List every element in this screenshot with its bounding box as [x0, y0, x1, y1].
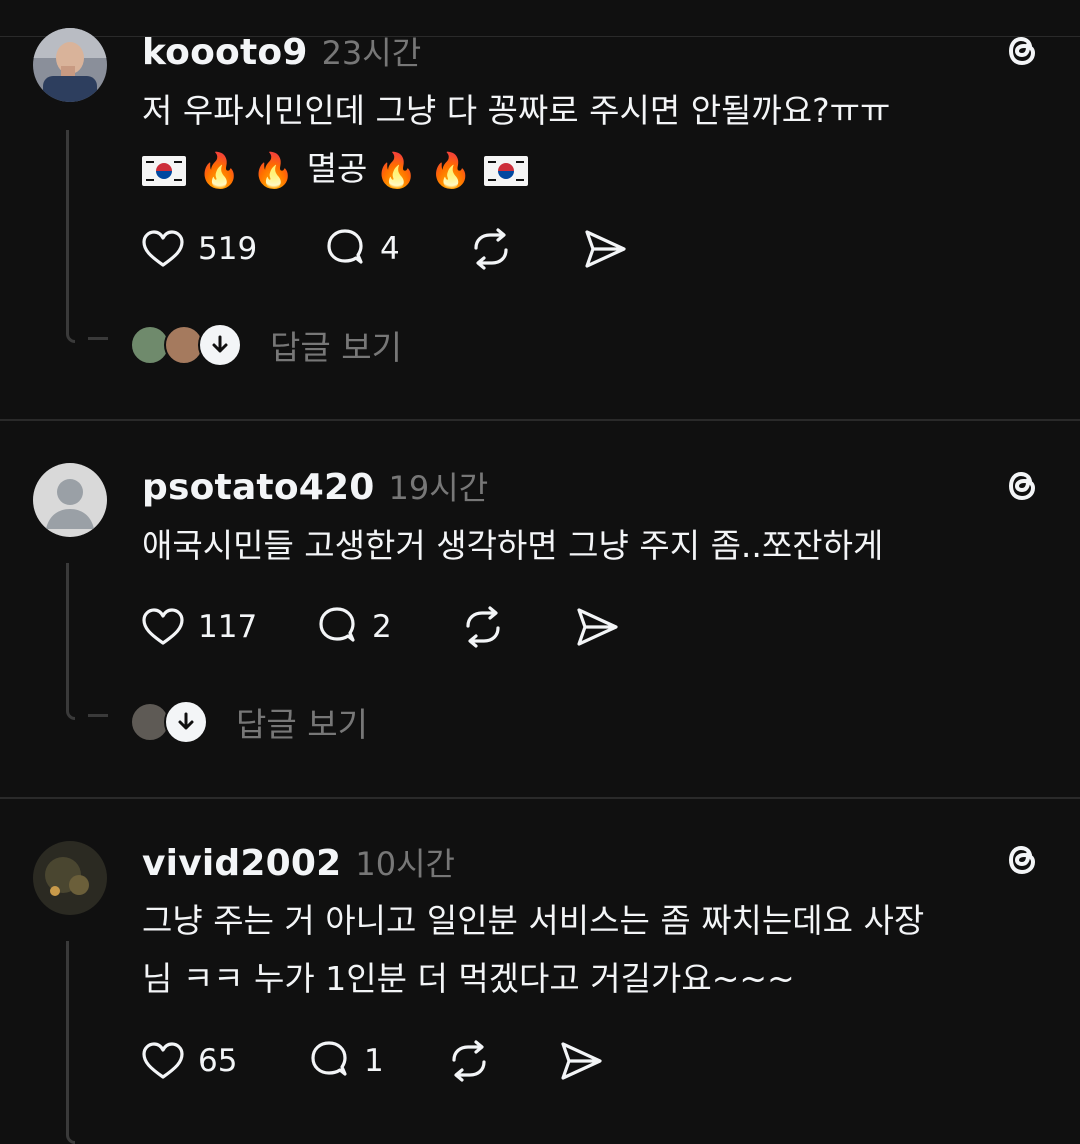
fire-emoji: 🔥: [198, 150, 241, 191]
thread-line: [66, 941, 75, 1144]
username[interactable]: psotato420: [142, 467, 375, 508]
post-header: koooto9 23시간: [142, 28, 421, 74]
repost-button[interactable]: [446, 1036, 492, 1086]
post-header: vivid2002 10시간: [142, 839, 455, 885]
thread-line: [66, 563, 75, 720]
repost-icon: [466, 606, 500, 648]
avatar[interactable]: [33, 841, 107, 915]
comment-bubble-icon: [311, 1041, 347, 1076]
timestamp: 23시간: [321, 34, 422, 72]
view-replies[interactable]: 답글 보기: [130, 697, 368, 747]
view-replies-label: 답글 보기: [270, 328, 402, 367]
share-send-icon: [577, 608, 618, 646]
arrow-down-icon: [164, 700, 208, 744]
korean-flag-emoji: [484, 155, 529, 186]
threads-logo-icon[interactable]: [1000, 463, 1046, 509]
post-psotato420: psotato420 19시간 애국시민들 고생한거 생각하면 그냥 주지 좀.…: [0, 421, 1080, 797]
comment-count: 1: [364, 1043, 384, 1079]
comment-button[interactable]: 2: [314, 602, 392, 652]
post-text-line2: 님 ㅋㅋ 누가 1인분 더 먹겠다고 거길가요~~~: [142, 959, 795, 998]
post-koooto9: koooto9 23시간 저 우파시민인데 그냥 다 꽁짜로 주시면 안될까요?…: [0, 0, 1080, 420]
post-text-line1: 애국시민들 고생한거 생각하면 그냥 주지 좀..쪼잔하게: [142, 526, 884, 565]
comment-count: 4: [380, 231, 400, 267]
avatar[interactable]: [33, 463, 107, 537]
timestamp: 19시간: [388, 469, 489, 507]
comment-button[interactable]: 1: [306, 1036, 384, 1086]
comment-button[interactable]: 4: [322, 224, 400, 274]
share-button[interactable]: [582, 224, 628, 274]
like-button[interactable]: 65: [140, 1036, 237, 1086]
post-vivid2002: vivid2002 10시간 그냥 주는 거 아니고 일인분 서비스는 좀 짜치…: [0, 799, 1080, 1144]
repost-icon: [452, 1040, 486, 1082]
post-text-line2: 🔥 🔥 멸공 🔥 🔥: [142, 140, 540, 200]
comment-bubble-icon: [319, 607, 355, 642]
korean-flag-emoji: [142, 155, 186, 186]
fire-emoji: 🔥: [429, 150, 473, 191]
share-send-icon: [585, 230, 626, 268]
share-button[interactable]: [574, 602, 620, 652]
like-button[interactable]: 117: [140, 602, 257, 652]
repost-button[interactable]: [468, 224, 514, 274]
repost-icon: [474, 228, 508, 270]
like-count: 519: [198, 231, 258, 267]
like-count: 65: [198, 1043, 238, 1079]
arrow-down-icon: [198, 323, 242, 367]
post-text-line1: 저 우파시민인데 그냥 다 꽁짜로 주시면 안될까요?ㅠㅠ: [142, 91, 891, 130]
threads-logo-icon[interactable]: [1000, 28, 1046, 74]
share-button[interactable]: [558, 1036, 604, 1086]
comment-bubble-icon: [327, 229, 363, 264]
timestamp: 10시간: [355, 845, 455, 883]
heart-icon: [142, 608, 184, 645]
fire-emoji: 🔥: [252, 150, 295, 191]
heart-icon: [142, 1042, 184, 1079]
post-header: psotato420 19시간: [142, 463, 488, 509]
view-replies-label: 답글 보기: [236, 705, 368, 744]
share-send-icon: [561, 1042, 602, 1080]
like-count: 117: [198, 609, 258, 645]
threads-logo-icon[interactable]: [1000, 837, 1046, 883]
thread-line-horizontal: [88, 337, 108, 340]
username[interactable]: vivid2002: [142, 843, 341, 884]
repost-button[interactable]: [460, 602, 506, 652]
like-button[interactable]: 519: [140, 224, 257, 274]
thread-line-horizontal: [88, 714, 108, 717]
fire-emoji: 🔥: [375, 150, 418, 191]
avatar[interactable]: [33, 28, 107, 102]
view-replies[interactable]: 답글 보기: [130, 320, 402, 370]
heart-icon: [142, 230, 184, 267]
username[interactable]: koooto9: [142, 32, 308, 73]
post-text-word: 멸공: [306, 149, 368, 188]
post-text-line1: 그냥 주는 거 아니고 일인분 서비스는 좀 짜치는데요 사장: [142, 901, 925, 940]
comment-count: 2: [372, 609, 392, 645]
thread-line: [66, 130, 75, 343]
